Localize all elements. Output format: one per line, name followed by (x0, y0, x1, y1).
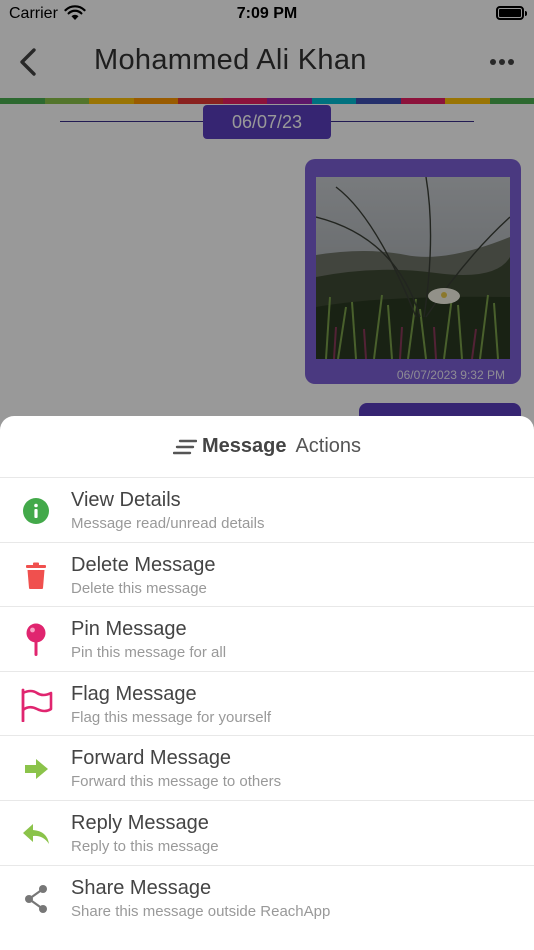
sheet-title-bold: Message (201, 435, 287, 457)
reply-arrow-icon (16, 814, 56, 854)
action-delete-message[interactable]: Delete Message Delete this message (0, 543, 534, 608)
action-share-message[interactable]: Share Message Share this message outside… (0, 866, 534, 931)
action-title: Reply Message (71, 811, 209, 834)
menu-lines-icon (172, 439, 197, 454)
action-title: View Details (71, 489, 181, 511)
sheet-header: Message Actions (0, 416, 534, 478)
action-view-details[interactable]: View Details Message read/unread details (0, 478, 534, 543)
forward-arrow-icon (16, 749, 56, 789)
share-icon (16, 879, 56, 919)
trash-icon (16, 556, 56, 596)
action-subtitle: Delete this message (71, 579, 207, 597)
action-pin-message[interactable]: Pin Message Pin this message for all (0, 607, 534, 672)
sheet-title-light: Actions (295, 435, 362, 457)
pin-icon (16, 620, 56, 660)
action-title: Delete Message (71, 553, 216, 576)
action-subtitle: Forward this message to others (71, 773, 282, 791)
action-forward-message[interactable]: Forward Message Forward this message to … (0, 736, 534, 801)
action-subtitle: Reply to this message (71, 837, 219, 855)
info-icon (16, 491, 56, 531)
action-subtitle: Share this message outside ReachApp (71, 902, 331, 920)
action-reply-message[interactable]: Reply Message Reply to this message (0, 801, 534, 866)
action-title: Pin Message (71, 618, 187, 641)
message-actions-sheet: Message Actions View Details Message rea… (0, 416, 534, 950)
action-subtitle: Flag this message for yourself (71, 708, 272, 726)
action-subtitle: Pin this message for all (71, 644, 227, 662)
action-title: Share Message (71, 876, 212, 899)
action-subtitle: Message read/unread details (71, 515, 265, 532)
action-title: Forward Message (71, 747, 232, 770)
action-flag-message[interactable]: Flag Message Flag this message for yours… (0, 672, 534, 737)
flag-icon (16, 685, 56, 725)
action-title: Flag Message (71, 682, 197, 705)
action-list: View Details Message read/unread details… (0, 478, 534, 930)
